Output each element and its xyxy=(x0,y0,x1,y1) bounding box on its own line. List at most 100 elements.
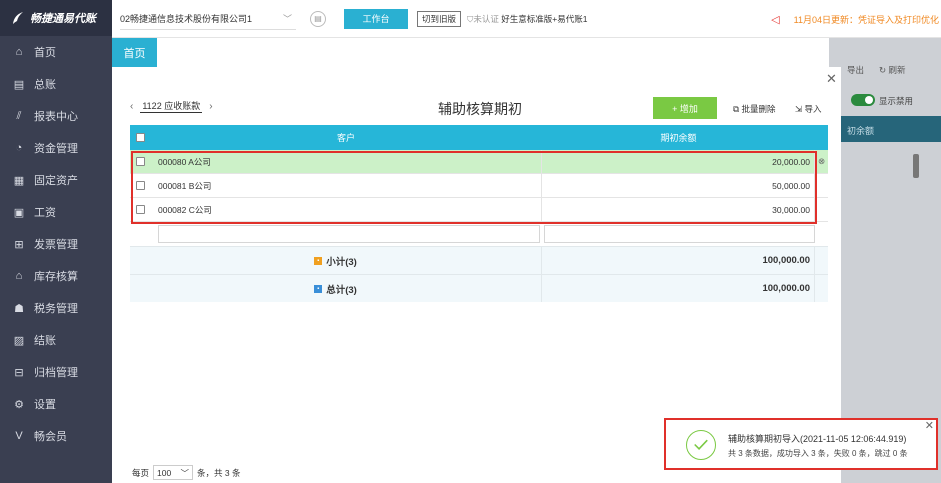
top-bar: 02畅捷通信息技术股份有限公司1 ﹀ ▤ 工作台 切到旧版 ⛉未认证 好生意标准… xyxy=(112,0,941,38)
pager-summary: 条，共 3 条 xyxy=(197,467,241,478)
toast-detail: 共 3 条数据，成功导入 3 条，失败 0 条，跳过 0 条 xyxy=(728,449,908,458)
sidebar-item-label: 工资 xyxy=(34,207,56,219)
sidebar-item-label: 设置 xyxy=(34,399,56,411)
sidebar-item-11[interactable]: ⚙ 设置 xyxy=(0,388,112,420)
cert-status: ⛉未认证 好生意标准版+易代账1 xyxy=(467,13,587,25)
tab-home[interactable]: 首页 xyxy=(112,38,157,67)
show-disabled-label: 显示禁用 xyxy=(879,96,914,106)
chart-icon: ⫽ xyxy=(16,109,22,122)
total-row: ▪ 总计(3) 100,000.00 xyxy=(130,274,828,302)
sidebar-item-label: 资金管理 xyxy=(34,143,78,155)
sidebar-item-7[interactable]: ⌂ 库存核算 xyxy=(0,260,112,292)
sidebar-item-label: 归档管理 xyxy=(34,367,78,379)
sidebar-item-3[interactable]: ◔ 资金管理 xyxy=(0,132,112,164)
subtotal-row: ▪ 小计(3) 100,000.00 xyxy=(130,246,828,274)
speaker-icon: ◁ xyxy=(771,14,780,26)
edition-label: 好生意标准版+易代账1 xyxy=(501,13,588,24)
per-page-select[interactable]: 100 ﹀ xyxy=(153,465,194,480)
sidebar: 畅捷通易代账 ⌂ 首页 ▤ 总账 ⫽ 报表中心 ◔ 资金管理 ▦ 固定资产 ▣ 工资 ⊞ 发票管理 ⌂ 库存核… xyxy=(0,0,112,483)
logo-text: 畅捷通易代账 xyxy=(30,13,96,25)
close-book-icon: ▨ xyxy=(13,334,25,347)
workbench-button[interactable]: 工作台 xyxy=(344,8,408,29)
chevron-down-icon: ﹀ xyxy=(180,467,190,478)
prev-account-icon[interactable]: ‹ xyxy=(130,101,133,112)
customer-column-header: 客户 xyxy=(336,133,355,143)
tab-bar: 首页 xyxy=(112,38,941,67)
pager: 每页 100 ﹀ 条，共 3 条 xyxy=(132,465,240,480)
new-row xyxy=(130,222,828,246)
cert-status-text: 未认证 xyxy=(473,13,499,24)
company-selector[interactable]: 02畅捷通信息技术股份有限公司1 ﹀ xyxy=(120,8,296,30)
sidebar-item-6[interactable]: ⊞ 发票管理 xyxy=(0,228,112,260)
select-all-checkbox[interactable] xyxy=(135,133,145,142)
sidebar-item-label: 报表中心 xyxy=(34,111,78,123)
warehouse-icon: ⌂ xyxy=(15,270,23,282)
refresh-label: ↻ 刷新 xyxy=(879,65,906,75)
switch-old-version-button[interactable]: 切到旧版 xyxy=(417,10,462,27)
gear-icon: ⚙ xyxy=(14,398,24,411)
success-icon xyxy=(686,430,716,460)
subtotal-icon: ▪ xyxy=(314,256,323,265)
sidebar-item-9[interactable]: ▨ 结账 xyxy=(0,324,112,356)
account-label[interactable]: 1122 应收账款 xyxy=(140,99,203,113)
home-icon: ⌂ xyxy=(15,46,23,58)
sidebar-item-label: 首页 xyxy=(34,47,56,59)
per-page-value: 100 xyxy=(157,467,172,478)
tax-icon: ☗ xyxy=(14,302,24,315)
update-notice-text: 11月04日更新：凭证导入及打印优化 xyxy=(793,15,939,25)
sidebar-item-label: 结账 xyxy=(34,335,56,347)
highlight-box xyxy=(131,151,817,224)
account-switcher: ‹ 1122 应收账款 › xyxy=(130,99,213,113)
sidebar-item-1[interactable]: ▤ 总账 xyxy=(0,68,112,100)
subtotal-value: 100,000.00 xyxy=(542,247,815,274)
sidebar-item-12[interactable]: V 畅会员 xyxy=(0,420,112,452)
import-label: 导入 xyxy=(804,104,822,114)
money-icon: ◔ xyxy=(15,142,23,154)
sidebar-item-label: 固定资产 xyxy=(34,175,78,187)
total-icon: ▪ xyxy=(314,284,323,293)
vip-icon: V xyxy=(15,430,23,442)
remove-row-icon[interactable]: ⊗ xyxy=(818,156,825,167)
app-logo[interactable]: 畅捷通易代账 xyxy=(0,0,112,36)
chevron-down-icon: ﹀ xyxy=(282,13,292,24)
import-result-toast: 辅助核算期初导入(2021-11-05 12:06:44.919) 共 3 条数… xyxy=(664,418,938,470)
sidebar-item-label: 税务管理 xyxy=(34,303,78,315)
next-account-icon[interactable]: › xyxy=(209,101,212,112)
subtotal-label: 小计(3) xyxy=(326,256,357,268)
sidebar-item-label: 畅会员 xyxy=(34,431,67,443)
sidebar-item-10[interactable]: ⊟ 归档管理 xyxy=(0,356,112,388)
new-balance-input[interactable] xyxy=(544,225,815,243)
modal-title: 辅助核算期初 xyxy=(438,101,522,117)
toast-close-icon[interactable]: ✕ xyxy=(925,419,934,432)
show-disabled-toggle[interactable] xyxy=(851,94,875,106)
sidebar-item-2[interactable]: ⫽ 报表中心 xyxy=(0,100,112,132)
new-customer-input[interactable] xyxy=(158,225,540,243)
company-name: 02畅捷通信息技术股份有限公司1 xyxy=(120,13,253,24)
add-button[interactable]: + 增加 xyxy=(653,97,717,119)
batch-delete-button[interactable]: ⧉ 批量删除 xyxy=(733,103,775,115)
close-icon[interactable]: ✕ xyxy=(826,71,837,87)
archive-icon: ⊟ xyxy=(14,366,24,379)
bg-column-header: 初余额 xyxy=(829,116,941,142)
refresh-text: 刷新 xyxy=(888,65,906,75)
update-notice[interactable]: ◁ 11月04日更新：凭证导入及打印优化 xyxy=(771,13,939,26)
sidebar-item-5[interactable]: ▣ 工资 xyxy=(0,196,112,228)
calendar-icon[interactable]: ▤ xyxy=(310,10,326,27)
data-grid: 客户 期初余额 000080 A公司 20,000.00 ⊗ 000081 B公司 50… xyxy=(130,125,828,302)
sidebar-item-0[interactable]: ⌂ 首页 xyxy=(0,36,112,68)
total-value: 100,000.00 xyxy=(542,275,815,302)
import-button[interactable]: ⇲ 导入 xyxy=(795,103,822,115)
sidebar-item-label: 库存核算 xyxy=(34,271,78,283)
sidebar-item-4[interactable]: ▦ 固定资产 xyxy=(0,164,112,196)
asset-icon: ▦ xyxy=(13,174,25,187)
sidebar-item-label: 总账 xyxy=(34,79,56,91)
batch-delete-label: 批量删除 xyxy=(741,104,776,114)
logo-icon xyxy=(13,12,23,24)
background-panel: 导出 ↻ 刷新 显示禁用 初余额 xyxy=(829,38,941,483)
per-page-label: 每页 xyxy=(132,467,150,478)
salary-icon: ▣ xyxy=(13,206,25,219)
sidebar-item-8[interactable]: ☗ 税务管理 xyxy=(0,292,112,324)
grid-header: 客户 期初余额 xyxy=(130,125,828,150)
scrollbar[interactable] xyxy=(913,154,919,178)
nav-menu: ⌂ 首页 ▤ 总账 ⫽ 报表中心 ◔ 资金管理 ▦ 固定资产 ▣ 工资 ⊞ 发票管理 ⌂ 库存核算 ☗ 税务管理 ▨… xyxy=(0,36,112,452)
